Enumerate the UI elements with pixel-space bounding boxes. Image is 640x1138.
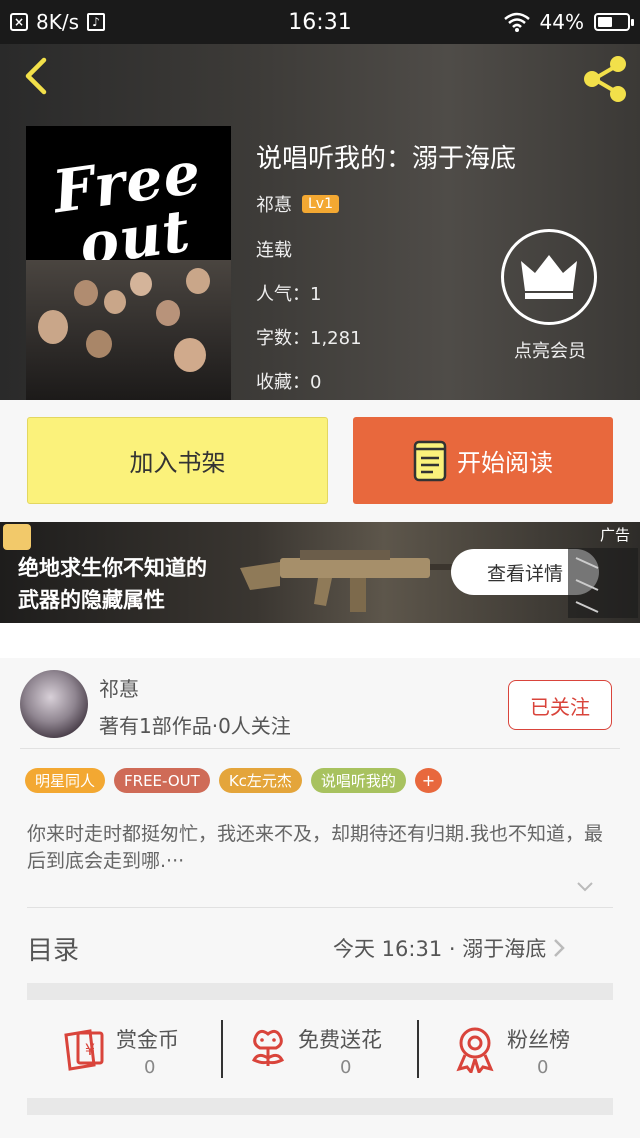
red-envelope-icon: ¥ (64, 1029, 104, 1071)
book-title: 说唱听我的：溺于海底 (256, 144, 517, 174)
book-cover[interactable]: Free out (26, 126, 231, 400)
cover-art-text: Free out (48, 138, 206, 280)
divider (27, 907, 613, 908)
divider (20, 748, 620, 749)
section-separator (27, 983, 613, 1000)
author-avatar[interactable] (20, 670, 88, 738)
start-reading-label: 开始阅读 (457, 449, 553, 477)
battery-percent: 44% (539, 10, 584, 34)
spacer (0, 623, 640, 658)
favorites-count: 收藏：0 (256, 372, 322, 393)
svg-text:¥: ¥ (85, 1040, 95, 1059)
tag-chip[interactable]: 明星同人 (25, 768, 106, 793)
serial-status: 连载 (256, 240, 292, 261)
add-to-shelf-label: 加入书架 (129, 449, 226, 477)
book-icon (413, 440, 447, 481)
rifle-image (240, 550, 466, 612)
toc-title[interactable]: 目录 (27, 930, 79, 967)
follow-button[interactable]: 已关注 (508, 680, 612, 730)
cover-photo (26, 260, 231, 400)
author-name[interactable]: 祁惪 (256, 191, 292, 217)
vip-crown-button[interactable] (501, 229, 597, 325)
coins-value: 0 (144, 1057, 156, 1078)
vip-label[interactable]: 点亮会员 (500, 337, 600, 363)
divider (417, 1020, 419, 1078)
chevron-down-icon[interactable] (576, 878, 594, 896)
ad-details-label: 查看详情 (486, 562, 563, 585)
fans-value: 0 (537, 1057, 549, 1078)
author-card-name[interactable]: 祁惪 (99, 673, 139, 702)
add-tag-button[interactable]: + (414, 768, 442, 793)
flower-icon (251, 1029, 285, 1066)
ad-line-2: 武器的隐藏属性 (18, 588, 165, 612)
popularity: 人气：1 (256, 284, 322, 305)
tag-chip[interactable]: 说唱听我的 (310, 768, 406, 793)
chevron-right-icon (554, 939, 566, 957)
add-to-shelf-button[interactable]: 加入书架 (27, 417, 328, 504)
weapon-list-icon (568, 548, 638, 618)
ad-headline: 绝地求生你不知道的 武器的隐藏属性 (18, 552, 207, 616)
section-separator (27, 1098, 613, 1115)
author-row: 祁惪 Lv1 (256, 191, 339, 217)
tag-chip[interactable]: FREE-OUT (114, 768, 210, 793)
medal-icon (456, 1027, 494, 1073)
wifi-icon (503, 12, 530, 32)
fans-label: 粉丝榜 (507, 1028, 570, 1052)
tag-list: 明星同人 FREE-OUT Kc左元杰 说唱听我的 + (25, 768, 442, 793)
status-bar: × 8K/s ♪ 16:31 44% (0, 0, 640, 44)
flowers-value: 0 (340, 1057, 352, 1078)
divider (221, 1020, 223, 1078)
start-reading-button[interactable]: 开始阅读 (353, 417, 613, 504)
action-bar: 加入书架 开始阅读 (0, 400, 640, 522)
coins-label: 赏金币 (116, 1028, 179, 1052)
toc-latest-label: 今天 16:31 · 溺于海底 (333, 937, 547, 961)
crown-icon (521, 255, 577, 299)
ad-logo-icon (3, 524, 31, 550)
toc-latest-chapter[interactable]: 今天 16:31 · 溺于海底 (333, 933, 566, 963)
tag-chip[interactable]: Kc左元杰 (218, 768, 302, 793)
author-card-stats: 著有1部作品·0人关注 (99, 714, 291, 738)
battery-icon (594, 13, 634, 31)
flowers-label: 免费送花 (298, 1028, 382, 1052)
word-count: 字数：1,281 (256, 328, 362, 349)
ad-tag: 广告 (600, 526, 631, 544)
share-icon[interactable] (580, 54, 632, 104)
follow-label: 已关注 (530, 694, 590, 719)
book-summary: 你来时走时都挺匆忙，我还来不及，却期待还有归期.我也不知道，最后到底会走到哪.·… (27, 823, 604, 872)
back-arrow-icon[interactable] (18, 56, 58, 96)
level-badge: Lv1 (302, 195, 339, 213)
ad-line-1: 绝地求生你不知道的 (18, 556, 207, 580)
